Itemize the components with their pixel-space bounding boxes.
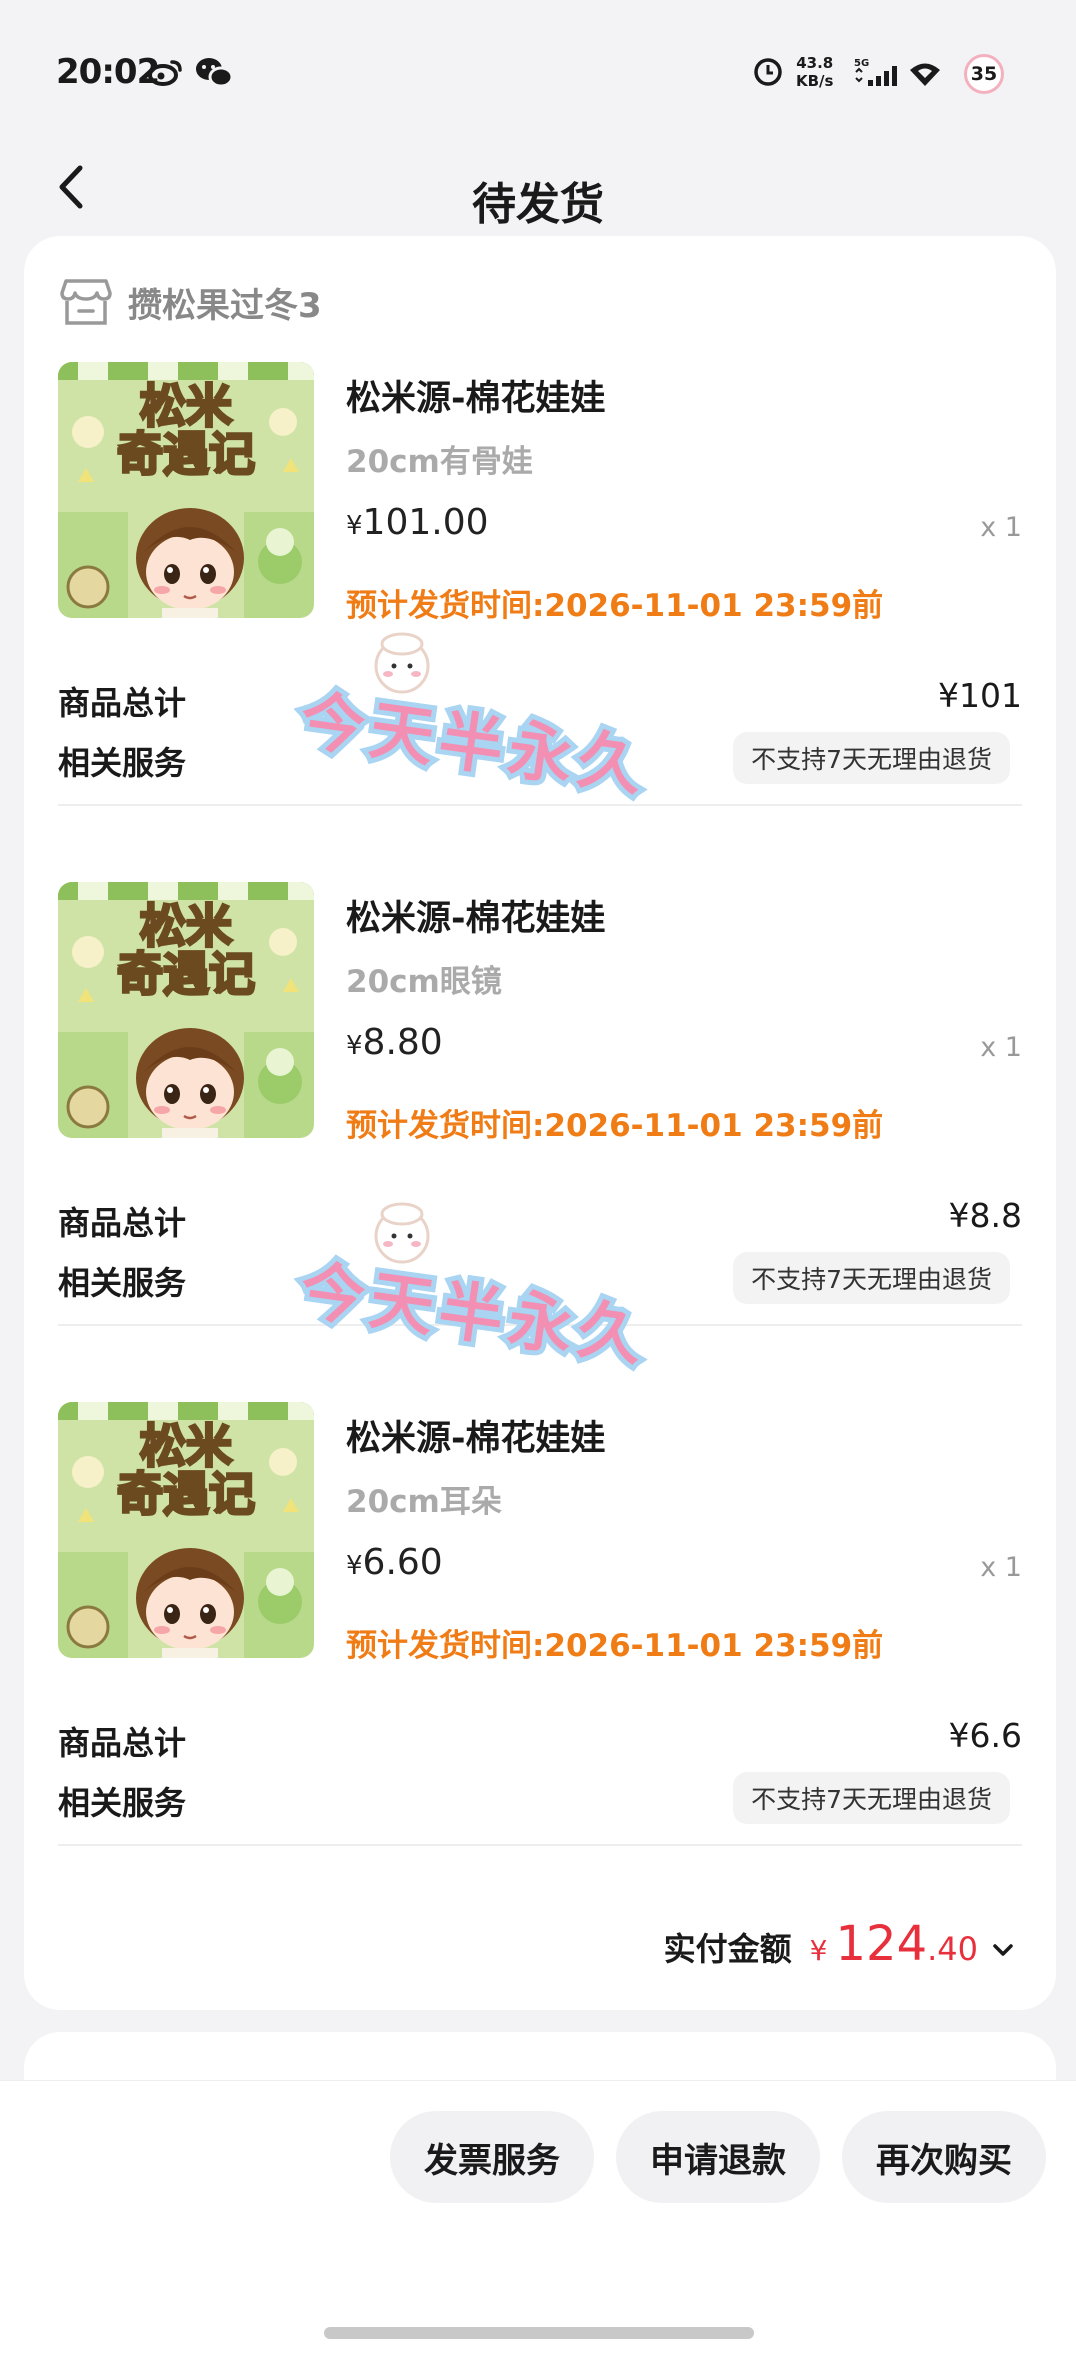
- item-total-label: 商品总计: [58, 1204, 187, 1242]
- paid-decimal: .40: [927, 1930, 978, 1968]
- signal-icon: 5G: [854, 58, 897, 86]
- service-tag[interactable]: 不支持7天无理由退货: [733, 1772, 1010, 1824]
- chevron-down-icon[interactable]: [990, 1940, 1016, 1960]
- clock-icon: [754, 58, 782, 86]
- paid-label: 实付金额: [663, 1930, 792, 1968]
- doll-illustration: 松米 奇遇记: [58, 882, 314, 1138]
- thumbnail-title-line1: 松米: [140, 379, 232, 433]
- item-variant: 20cm眼镜: [346, 964, 502, 1000]
- item-quantity: x 1: [980, 512, 1022, 543]
- status-bar: 20:02 43.8 KB/s 5G 35: [0, 0, 1076, 140]
- buy-again-button[interactable]: 再次购买: [842, 2111, 1046, 2203]
- paid-symbol: ¥: [809, 1934, 828, 1967]
- paid-integer: 124: [835, 1916, 928, 1972]
- order-item[interactable]: 松米 奇遇记 松米源-棉花娃娃 20cm眼镜 ¥8.80 x 1 预计发货时间:…: [24, 882, 1056, 1402]
- shop-name: 攒松果过冬3: [128, 285, 322, 326]
- divider: [58, 804, 1022, 806]
- net-speed-unit: KB/s: [796, 72, 834, 90]
- shop-row[interactable]: 攒松果过冬3: [60, 274, 322, 330]
- status-time: 20:02: [56, 52, 160, 92]
- thumbnail-title-line1: 松米: [140, 899, 232, 953]
- service-label: 相关服务: [58, 1264, 187, 1302]
- item-total-label: 商品总计: [58, 684, 187, 722]
- net-speed-value: 43.8: [796, 54, 834, 72]
- paid-amount-row[interactable]: 实付金额 ¥ 124 .40: [664, 1916, 1016, 1972]
- item-total-label: 商品总计: [58, 1724, 187, 1762]
- item-total-value: ¥101: [938, 676, 1022, 715]
- shipping-time: 预计发货时间:2026-11-01 23:59前: [346, 1628, 884, 1664]
- price-value: 6.60: [362, 1542, 443, 1583]
- thumbnail-title-line2: 奇遇记: [117, 1467, 255, 1521]
- bottom-action-bar: 发票服务 申请退款 再次购买: [0, 2080, 1076, 2356]
- item-variant: 20cm有骨娃: [346, 444, 533, 480]
- home-indicator[interactable]: [324, 2327, 754, 2339]
- price-symbol: ¥: [346, 511, 363, 541]
- item-quantity: x 1: [980, 1032, 1022, 1063]
- item-variant: 20cm耳朵: [346, 1484, 502, 1520]
- item-price: ¥8.80: [346, 1022, 443, 1063]
- service-label: 相关服务: [58, 1784, 187, 1822]
- shipping-time: 预计发货时间:2026-11-01 23:59前: [346, 588, 884, 624]
- price-value: 101.00: [362, 502, 489, 543]
- item-name: 松米源-棉花娃娃: [346, 379, 606, 419]
- order-item[interactable]: 松米 奇遇记 松米源-棉花娃娃 20cm有骨娃 ¥101.00 x 1 预计发货…: [24, 362, 1056, 882]
- service-tag[interactable]: 不支持7天无理由退货: [733, 732, 1010, 784]
- product-thumbnail[interactable]: 松米 奇遇记: [58, 362, 314, 618]
- wifi-icon: [910, 63, 940, 86]
- shipping-time: 预计发货时间:2026-11-01 23:59前: [346, 1108, 884, 1144]
- wechat-icon: [196, 58, 234, 88]
- divider: [58, 1324, 1022, 1326]
- battery-indicator: 35: [964, 54, 1004, 94]
- network-type: 5G: [854, 58, 869, 69]
- price-value: 8.80: [362, 1022, 443, 1063]
- service-tag[interactable]: 不支持7天无理由退货: [733, 1252, 1010, 1304]
- item-total-value: ¥6.6: [948, 1716, 1022, 1755]
- page-title: 待发货: [472, 179, 604, 230]
- doll-illustration: 松米 奇遇记: [58, 1402, 314, 1658]
- order-card: 攒松果过冬3 松米 奇遇记 松米源-棉花娃娃 20cm有骨娃 ¥101.00 x…: [24, 236, 1056, 2010]
- price-symbol: ¥: [346, 1031, 363, 1061]
- item-name: 松米源-棉花娃娃: [346, 1419, 606, 1459]
- divider: [58, 1844, 1022, 1846]
- item-name: 松米源-棉花娃娃: [346, 899, 606, 939]
- thumbnail-title-line1: 松米: [140, 1419, 232, 1473]
- net-speed: 43.8 KB/s: [796, 54, 833, 90]
- order-item[interactable]: 松米 奇遇记 松米源-棉花娃娃 20cm耳朵 ¥6.60 x 1 预计发货时间:…: [24, 1402, 1056, 1922]
- item-total-value: ¥8.8: [948, 1196, 1022, 1235]
- page-header: 待发货: [0, 140, 1076, 240]
- price-symbol: ¥: [346, 1551, 363, 1581]
- product-thumbnail[interactable]: 松米 奇遇记: [58, 882, 314, 1138]
- shop-icon: [60, 279, 112, 325]
- item-price: ¥101.00: [346, 502, 489, 543]
- service-label: 相关服务: [58, 744, 187, 782]
- item-quantity: x 1: [980, 1552, 1022, 1583]
- weibo-icon: [148, 60, 182, 86]
- thumbnail-title-line2: 奇遇记: [117, 947, 255, 1001]
- item-price: ¥6.60: [346, 1542, 443, 1583]
- product-thumbnail[interactable]: 松米 奇遇记: [58, 1402, 314, 1658]
- doll-illustration: 松米 奇遇记: [58, 362, 314, 618]
- request-refund-button[interactable]: 申请退款: [616, 2111, 820, 2203]
- invoice-service-button[interactable]: 发票服务: [390, 2111, 594, 2203]
- thumbnail-title-line2: 奇遇记: [117, 427, 255, 481]
